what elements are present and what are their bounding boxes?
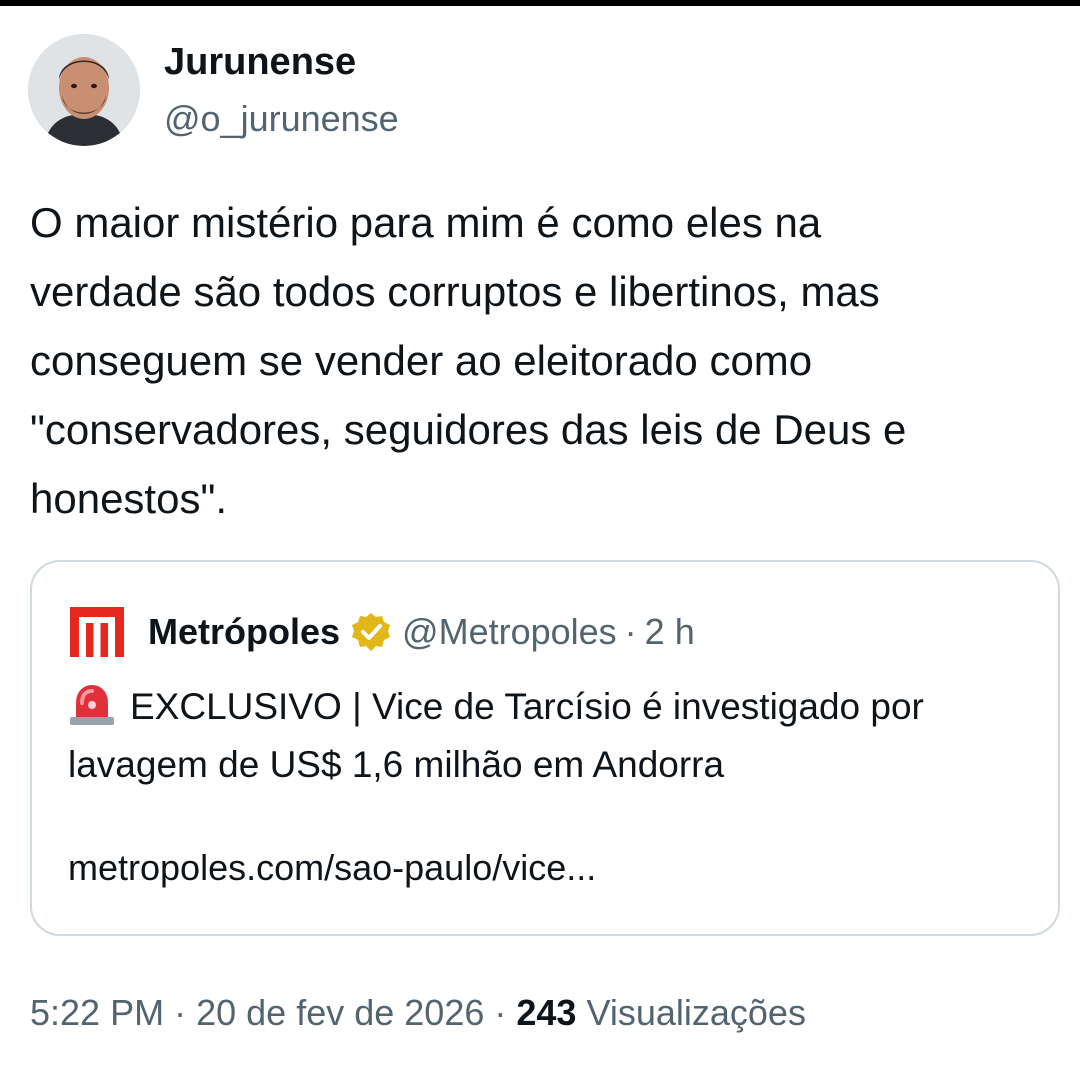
separator-dot: · [174, 992, 187, 1033]
quoted-tweet-time[interactable]: 2 h [645, 611, 695, 653]
tweet-time[interactable]: 5:22 PM [30, 992, 164, 1033]
gold-verified-badge-icon [352, 613, 391, 651]
author-handle[interactable]: @o_jurunense [164, 98, 399, 140]
quoted-author-handle[interactable]: @Metropoles [402, 611, 617, 653]
author-display-name[interactable]: Jurunense [164, 40, 356, 84]
author-avatar[interactable] [28, 34, 140, 146]
tweet-text: O maior mistério para mim é como eles na… [30, 199, 907, 522]
tweet-date[interactable]: 20 de fev de 2026 [196, 992, 484, 1033]
separator-dot: · [494, 992, 507, 1033]
quoted-tweet-body: EXCLUSIVO | Vice de Tarcísio é investiga… [68, 686, 924, 785]
quoted-author-name[interactable]: Metrópoles [148, 611, 340, 653]
separator-dot: · [624, 611, 637, 652]
tweet-meta: 5:22 PM · 20 de fev de 2026 · 243 Visual… [30, 988, 806, 1038]
views-count: 243 [516, 992, 577, 1033]
police-siren-emoji-icon [70, 685, 114, 725]
quoted-tweet-card[interactable]: Metrópoles @Metropoles · 2 h EXCLUSIVO |… [30, 560, 1060, 936]
person-avatar-icon [28, 34, 140, 146]
metropoles-logo-icon[interactable] [70, 607, 124, 657]
views-label: Visualizações [586, 992, 806, 1033]
quoted-tweet-link[interactable]: metropoles.com/sao-paulo/vice... [68, 846, 596, 890]
quoted-tweet-header: Metrópoles @Metropoles · 2 h [70, 606, 695, 658]
quoted-tweet-text: EXCLUSIVO | Vice de Tarcísio é investiga… [68, 678, 1028, 794]
top-edge-bar [0, 0, 1080, 6]
